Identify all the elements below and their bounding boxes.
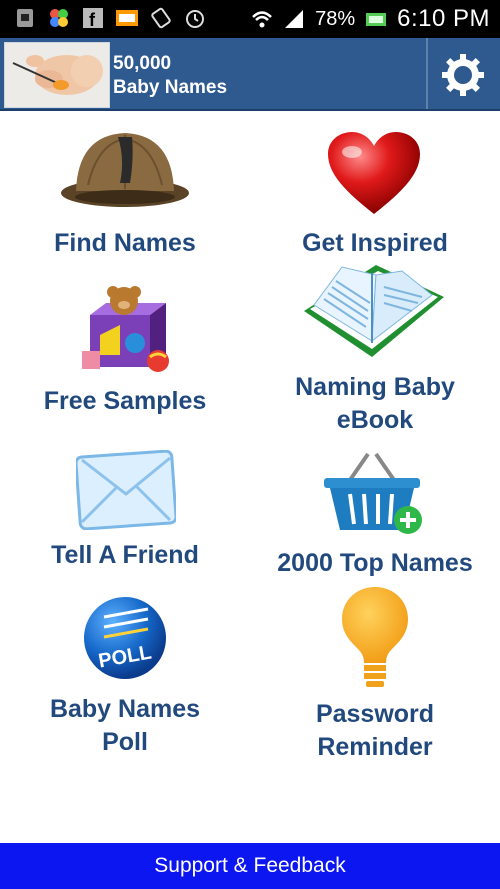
support-feedback-button[interactable]: Support & Feedback: [0, 843, 500, 889]
alarm-icon: [186, 10, 204, 28]
settings-button[interactable]: [440, 52, 486, 98]
poll-label-line1: Baby Names: [49, 695, 201, 723]
free-samples-label: Free Samples: [43, 387, 207, 415]
naming-baby-label-line2: eBook: [336, 406, 414, 434]
svg-text:f: f: [89, 10, 96, 29]
poll-icon: POLL: [84, 597, 166, 679]
battery-percent: 78%: [315, 7, 356, 30]
support-feedback-label: Support & Feedback: [154, 854, 346, 877]
sim-icon: [17, 9, 33, 27]
flower-icon: [50, 9, 68, 27]
app-title: 50,000 Baby Names: [113, 52, 227, 100]
poll-label-line2: Poll: [102, 728, 148, 756]
signal-icon: [285, 10, 304, 28]
status-bar: f 78% 6:10 PM: [0, 0, 500, 38]
basket-icon: [324, 452, 422, 534]
app-title-line1: 50,000: [113, 53, 172, 74]
notice-icon: [116, 10, 138, 26]
find-names-label: Find Names: [54, 229, 196, 257]
top-names-tile[interactable]: 2000 Top Names: [250, 450, 500, 585]
baby-names-poll-tile[interactable]: POLL Baby Names Poll: [0, 595, 250, 765]
notification-icons: f: [14, 7, 206, 29]
get-inspired-tile[interactable]: Get Inspired: [250, 125, 500, 265]
clock: 6:10 PM: [397, 5, 490, 32]
rotate-icon: [151, 7, 171, 29]
app-header: 50,000 Baby Names: [0, 38, 500, 111]
tell-a-friend-label: Tell A Friend: [51, 541, 199, 569]
baby-photo: [4, 42, 110, 108]
free-samples-tile[interactable]: Free Samples: [0, 285, 250, 425]
gear-icon: [442, 54, 484, 96]
find-names-tile[interactable]: Find Names: [0, 125, 250, 265]
envelope-icon: [76, 450, 176, 530]
naming-baby-ebook-tile[interactable]: Naming Baby eBook: [250, 265, 500, 440]
heart-icon: [328, 132, 420, 214]
password-reminder-tile[interactable]: Password Reminder: [250, 585, 500, 765]
tell-a-friend-tile[interactable]: Tell A Friend: [0, 450, 250, 585]
facebook-icon: f: [83, 8, 103, 29]
lightbulb-icon: [342, 587, 408, 687]
top-names-label: 2000 Top Names: [277, 549, 473, 577]
system-icons: 78% 6:10 PM: [251, 0, 490, 38]
naming-baby-label-line1: Naming Baby: [295, 373, 455, 401]
password-label-line2: Reminder: [317, 733, 433, 761]
detective-hat-icon: [61, 133, 189, 207]
header-divider: [426, 38, 428, 109]
battery-icon: [366, 13, 387, 26]
get-inspired-label: Get Inspired: [302, 229, 448, 257]
password-label-line1: Password: [315, 700, 435, 728]
toy-box-icon: [82, 286, 169, 372]
wifi-icon: [252, 11, 272, 28]
open-book-icon: [304, 265, 444, 357]
app-title-line2: Baby Names: [113, 77, 228, 98]
